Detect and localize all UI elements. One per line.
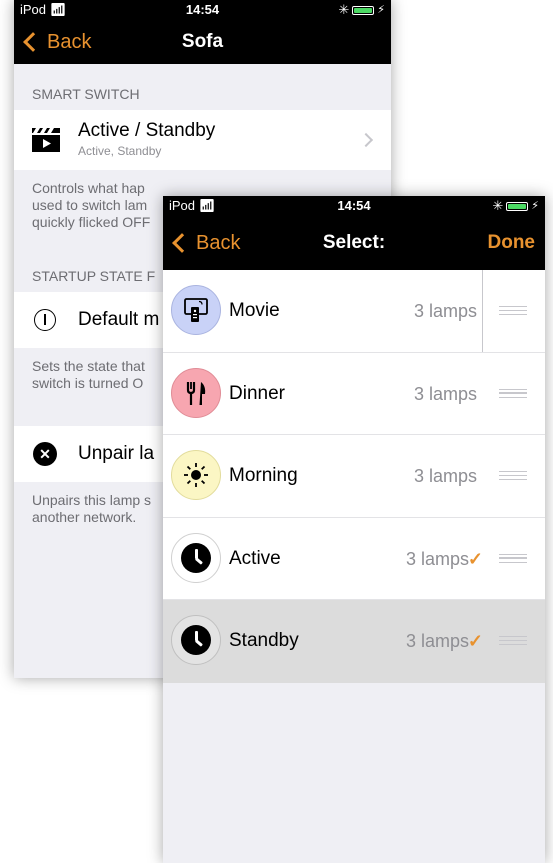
reorder-handle-icon[interactable] [499, 471, 527, 480]
bluetooth-icon: ✳︎ [338, 2, 350, 17]
scene-name: Standby [229, 630, 299, 651]
scene-name: Morning [229, 465, 298, 486]
page-title: Sofa [181, 31, 224, 52]
clock-icon [171, 615, 221, 665]
clapperboard-icon [32, 128, 60, 152]
list-item-standby[interactable]: Standby 3 lamps ✓ [163, 600, 545, 683]
bluetooth-icon: ✳︎ [492, 198, 504, 213]
charging-icon: ⚡︎ [531, 200, 539, 212]
nav-bar: Back Sofa [14, 20, 391, 64]
default-mode-title: Default m [78, 309, 160, 330]
fork-knife-icon [171, 367, 221, 418]
scene-name: Active [229, 547, 281, 569]
list-item-morning[interactable]: Morning 3 lamps [163, 435, 545, 518]
status-bar: iPod 📶︎ 14:54 ✳︎ ⚡︎ [14, 0, 391, 20]
status-bar: iPod 📶︎ 14:54 ✳︎ ⚡︎ [163, 196, 545, 216]
reorder-handle-icon[interactable] [499, 553, 527, 563]
battery-icon [352, 5, 375, 15]
reorder-handle-icon[interactable] [499, 636, 527, 645]
battery-icon [506, 201, 529, 211]
close-icon: ✕ [33, 442, 57, 466]
done-button[interactable]: Done [488, 216, 536, 270]
scene-name: Movie [229, 300, 280, 321]
smart-switch-title: Active / Standby [78, 120, 216, 141]
power-icon [34, 309, 56, 331]
lamp-count: 3 lamps [413, 466, 477, 486]
status-time: 14:54 [337, 198, 371, 213]
reorder-handle-icon[interactable] [499, 388, 527, 398]
scene-list: Movie 3 lamps Dinner 3 lamps Morning 3 l… [163, 270, 545, 683]
drag-divider [482, 270, 483, 352]
smart-switch-subtitle: Active, Standby [78, 144, 162, 158]
list-item-movie[interactable]: Movie 3 lamps [163, 270, 545, 353]
checkmark-icon: ✓ [467, 631, 483, 651]
nav-bar: Back Select: Done [163, 216, 545, 270]
status-time: 14:54 [185, 2, 220, 17]
list-item-active[interactable]: Active 3 lamps ✓ [163, 517, 545, 600]
remote-icon [171, 285, 221, 335]
chevron-right-icon [358, 132, 374, 148]
reorder-handle-icon[interactable] [499, 306, 527, 315]
lamp-count: 3 lamps [413, 301, 477, 321]
select-scene-screen: iPod 📶︎ 14:54 ✳︎ ⚡︎ Back Select: Done Mo… [163, 196, 545, 863]
checkmark-icon: ✓ [467, 548, 483, 569]
section-header-smart-switch: SMART SWITCH [32, 86, 140, 102]
lamp-count: 3 lamps [405, 548, 469, 569]
smart-switch-cell[interactable]: Active / Standby Active, Standby [14, 110, 391, 170]
unpair-title: Unpair la [78, 443, 155, 464]
scene-name: Dinner [229, 382, 285, 404]
lamp-count: 3 lamps [405, 631, 469, 651]
list-item-dinner[interactable]: Dinner 3 lamps [163, 352, 545, 435]
sun-icon [171, 450, 221, 500]
charging-icon: ⚡︎ [377, 4, 385, 16]
lamp-count: 3 lamps [413, 383, 477, 404]
clock-icon [171, 532, 221, 583]
